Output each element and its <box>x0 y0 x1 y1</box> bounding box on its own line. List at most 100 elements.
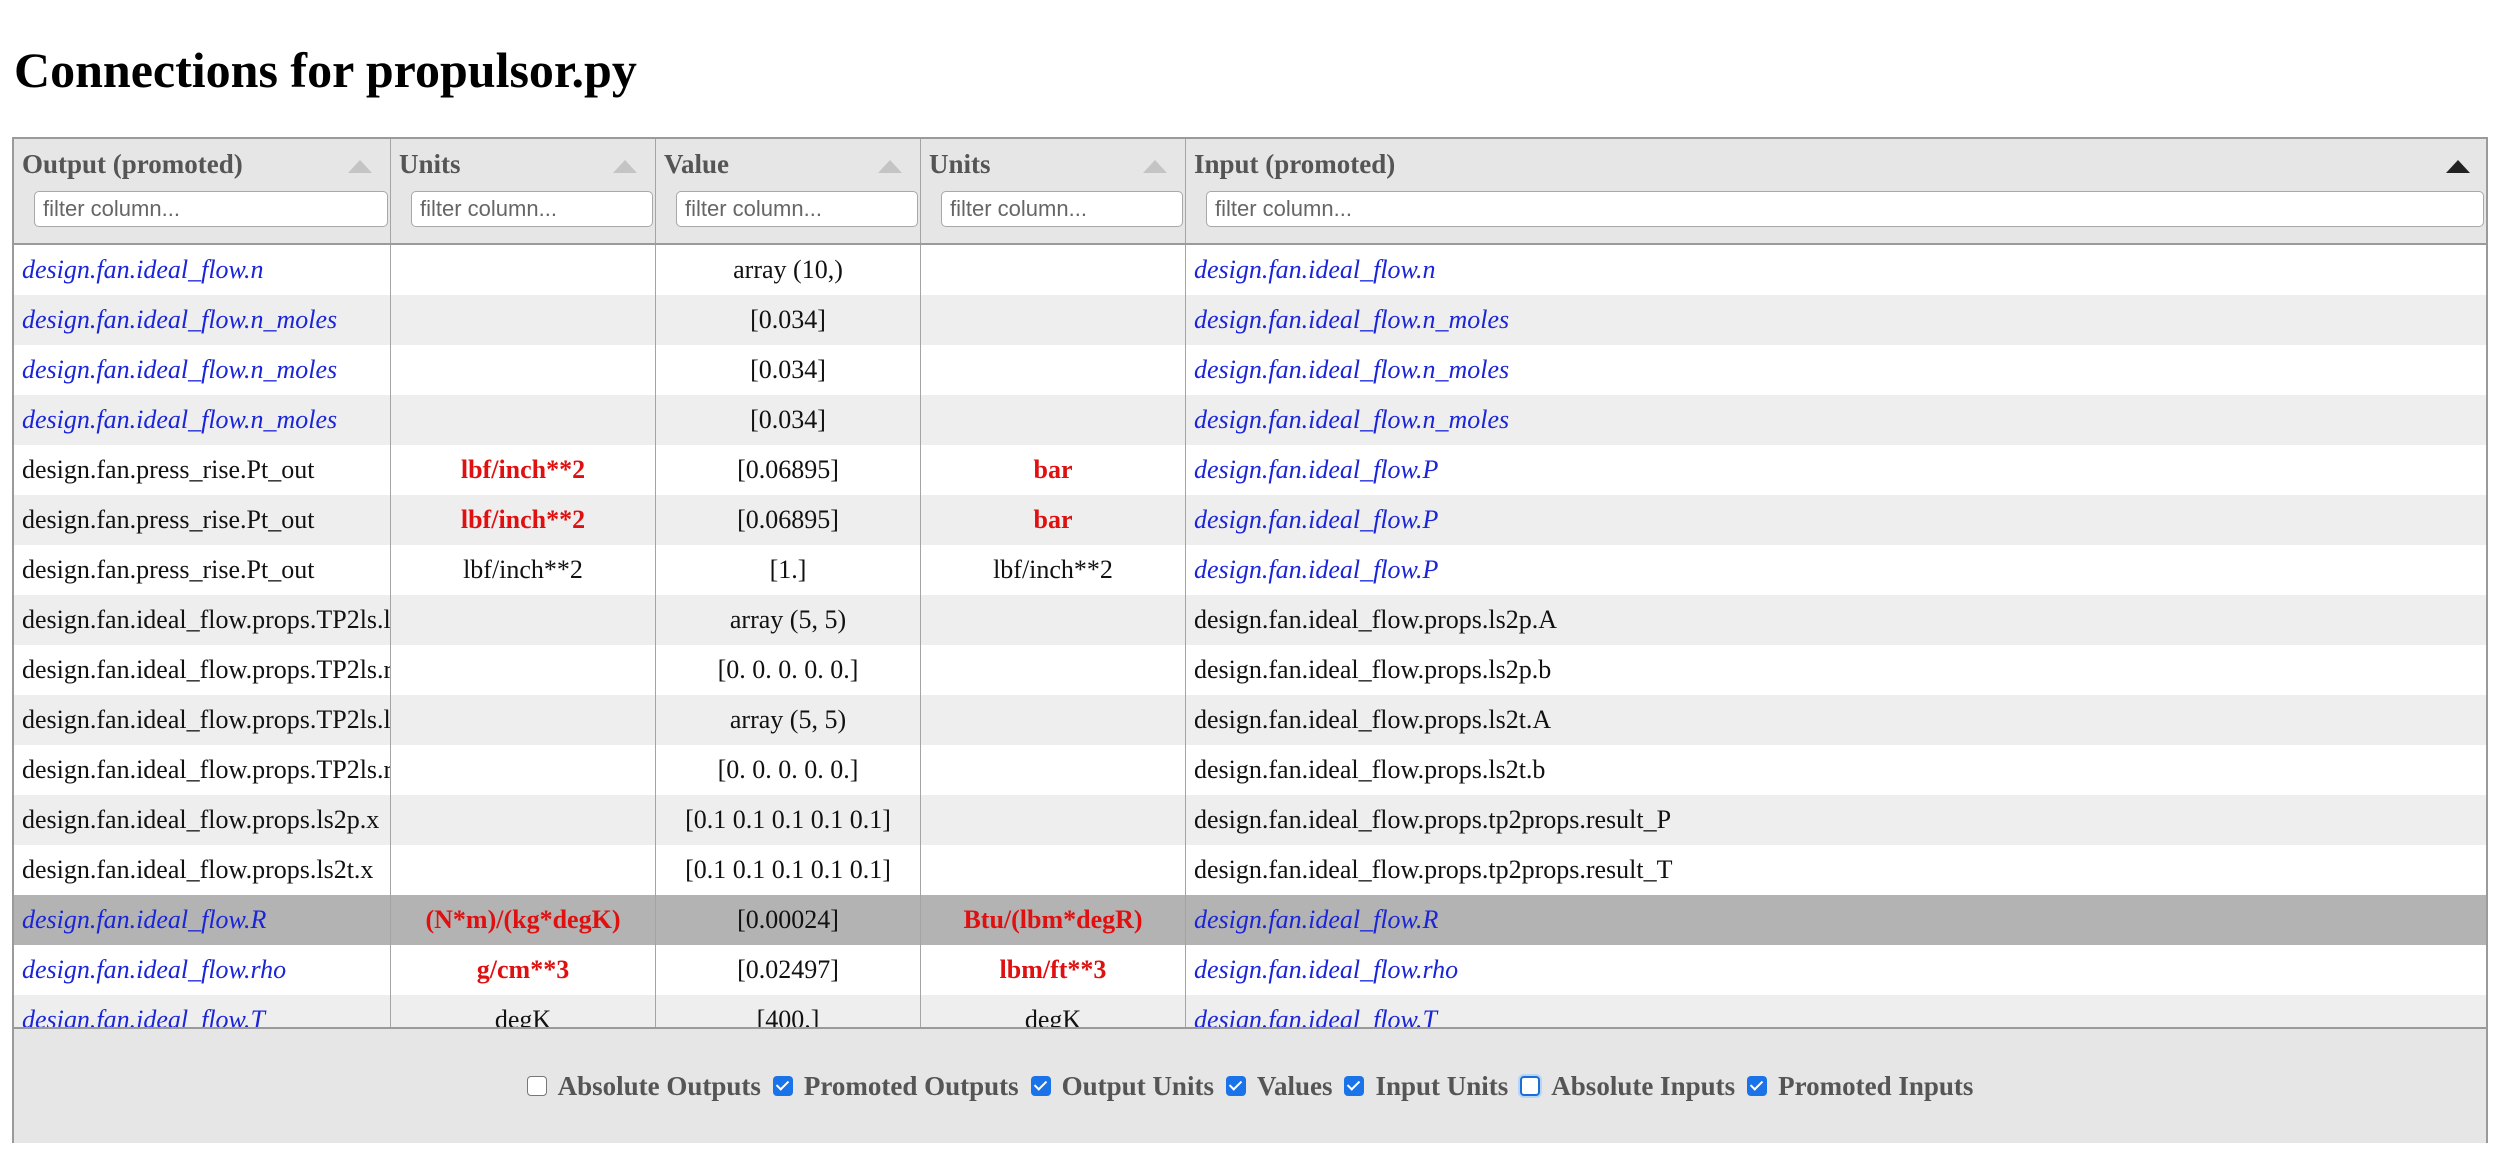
column-title[interactable]: Value <box>664 149 729 180</box>
input-name-cell[interactable]: design.fan.ideal_flow.n <box>1186 245 2486 295</box>
column-header-in[interactable]: Input (promoted) <box>1186 139 2486 243</box>
toggle-label[interactable]: Absolute Outputs <box>558 1071 761 1102</box>
column-title[interactable]: Units <box>399 149 461 180</box>
value-cell: [1.] <box>656 545 921 595</box>
checkbox-unchecked-icon[interactable] <box>1520 1076 1541 1096</box>
table-row[interactable]: design.fan.ideal_flow.n_moles [0.034] desi… <box>14 395 2486 445</box>
table-row[interactable]: design.fan.press_rise.Pt_out lbf/inch**2[… <box>14 495 2486 545</box>
table-row[interactable]: design.fan.ideal_flow.props.TP2ls.lhs_TP… <box>14 595 2486 645</box>
column-filter-input[interactable] <box>411 191 653 227</box>
input-units-cell <box>921 795 1186 845</box>
sort-arrow-icon[interactable] <box>613 160 637 173</box>
column-filter-input[interactable] <box>676 191 918 227</box>
checkbox-checked-icon[interactable] <box>1030 1076 1051 1096</box>
input-units-cell: Btu/(lbm*degR) <box>921 895 1186 945</box>
input-name-cell[interactable]: design.fan.ideal_flow.rho <box>1186 945 2486 995</box>
column-header-value[interactable]: Value <box>656 139 921 243</box>
input-name-cell: design.fan.ideal_flow.props.ls2p.b <box>1194 655 1552 684</box>
checkbox-checked-icon[interactable] <box>1225 1076 1246 1096</box>
input-units-cell: bar <box>921 445 1186 495</box>
column-header-out[interactable]: Output (promoted) <box>14 139 391 243</box>
toggle-promoted-outputs[interactable]: Promoted Outputs <box>772 1071 1019 1102</box>
input-name-cell[interactable]: design.fan.ideal_flow.n_moles <box>1186 295 2486 345</box>
value-cell: [0.1 0.1 0.1 0.1 0.1] <box>656 795 921 845</box>
table-row[interactable]: design.fan.ideal_flow.T degK [400.] degK des… <box>14 995 2486 1027</box>
toggle-absolute-outputs[interactable]: Absolute Outputs <box>526 1071 761 1102</box>
table-row[interactable]: design.fan.ideal_flow.props.ls2p.x [0.1 0… <box>14 795 2486 845</box>
input-units-cell <box>921 645 1186 695</box>
column-header-out-units[interactable]: Units <box>391 139 656 243</box>
input-name-cell: design.fan.ideal_flow.props.ls2p.A <box>1194 605 1557 634</box>
output-name-cell[interactable]: design.fan.ideal_flow.n <box>14 245 391 295</box>
checkbox-unchecked-icon[interactable] <box>526 1076 547 1096</box>
input-name-cell: design.fan.ideal_flow.props.tp2props.res… <box>1194 805 1672 834</box>
output-name-cell[interactable]: design.fan.ideal_flow.n_moles <box>14 295 391 345</box>
output-name-cell: design.fan.ideal_flow.props.TP2ls.lhs_TP <box>14 595 391 645</box>
checkbox-checked-icon[interactable] <box>772 1076 793 1096</box>
input-name-cell[interactable]: design.fan.ideal_flow.P <box>1186 545 2486 595</box>
sort-arrow-icon[interactable] <box>878 160 902 173</box>
output-name-cell[interactable]: design.fan.ideal_flow.T <box>14 995 391 1027</box>
toggle-absolute-inputs[interactable]: Absolute Inputs <box>1520 1071 1735 1102</box>
output-name-cell: design.fan.press_rise.Pt_out <box>14 445 391 495</box>
output-units-cell: lbf/inch**2 <box>391 445 656 495</box>
output-name-cell: design.fan.press_rise.Pt_out <box>14 495 391 545</box>
output-name-cell[interactable]: design.fan.ideal_flow.n_moles <box>14 345 391 395</box>
table-row[interactable]: design.fan.ideal_flow.props.TP2ls.lhs_TP… <box>14 695 2486 745</box>
output-name-cell[interactable]: design.fan.ideal_flow.n_moles <box>14 395 391 445</box>
toggle-label[interactable]: Promoted Inputs <box>1778 1071 1973 1102</box>
toggle-label[interactable]: Input Units <box>1375 1071 1508 1102</box>
output-name-cell: design.fan.ideal_flow.props.ls2t.x <box>14 845 391 895</box>
table-row[interactable]: design.fan.ideal_flow.n_moles [0.034] desi… <box>14 345 2486 395</box>
column-header-in-units[interactable]: Units <box>921 139 1186 243</box>
input-units-cell <box>921 595 1186 645</box>
table-row[interactable]: design.fan.ideal_flow.props.ls2t.x [0.1 0… <box>14 845 2486 895</box>
table-row[interactable]: design.fan.ideal_flow.R (N*m)/(kg*degK) [0… <box>14 895 2486 945</box>
output-name-cell: design.fan.ideal_flow.props.ls2p.x <box>14 795 391 845</box>
output-name-cell[interactable]: design.fan.ideal_flow.rho <box>14 945 391 995</box>
table-row[interactable]: design.fan.ideal_flow.n array (10,) design… <box>14 245 2486 295</box>
table-row[interactable]: design.fan.ideal_flow.n_moles [0.034] desi… <box>14 295 2486 345</box>
toggle-promoted-inputs[interactable]: Promoted Inputs <box>1747 1071 1973 1102</box>
input-units-cell: lbf/inch**2 <box>921 545 1186 595</box>
checkbox-checked-icon[interactable] <box>1344 1076 1365 1096</box>
table-body[interactable]: design.fan.ideal_flow.n array (10,) design… <box>14 245 2486 1027</box>
column-filter-input[interactable] <box>941 191 1183 227</box>
toggle-label[interactable]: Promoted Outputs <box>804 1071 1019 1102</box>
value-cell: [0.1 0.1 0.1 0.1 0.1] <box>656 845 921 895</box>
sort-arrow-icon[interactable] <box>2446 160 2470 173</box>
input-name-cell[interactable]: design.fan.ideal_flow.T <box>1186 995 2486 1027</box>
sort-arrow-icon[interactable] <box>348 160 372 173</box>
toggle-input-units[interactable]: Input Units <box>1344 1071 1508 1102</box>
output-units-cell <box>391 645 656 695</box>
input-name-cell[interactable]: design.fan.ideal_flow.n_moles <box>1186 345 2486 395</box>
table-row[interactable]: design.fan.ideal_flow.props.TP2ls.rhs_T [… <box>14 745 2486 795</box>
column-title[interactable]: Input (promoted) <box>1194 149 1395 180</box>
table-row[interactable]: design.fan.press_rise.Pt_out lbf/inch**2[… <box>14 545 2486 595</box>
input-name-cell[interactable]: design.fan.ideal_flow.P <box>1186 445 2486 495</box>
input-units-cell <box>921 345 1186 395</box>
input-name-cell[interactable]: design.fan.ideal_flow.R <box>1186 895 2486 945</box>
value-cell: [0. 0. 0. 0. 0.] <box>656 645 921 695</box>
column-filter-input[interactable] <box>1206 191 2484 227</box>
table-row[interactable]: design.fan.ideal_flow.props.TP2ls.rhs_P [… <box>14 645 2486 695</box>
output-name-cell[interactable]: design.fan.ideal_flow.R <box>14 895 391 945</box>
toggle-label[interactable]: Values <box>1257 1071 1333 1102</box>
output-units-cell <box>391 745 656 795</box>
sort-arrow-icon[interactable] <box>1143 160 1167 173</box>
table-row[interactable]: design.fan.press_rise.Pt_out lbf/inch**2[… <box>14 445 2486 495</box>
column-title[interactable]: Output (promoted) <box>22 149 243 180</box>
checkbox-checked-icon[interactable] <box>1747 1076 1768 1096</box>
toggle-output-units[interactable]: Output Units <box>1030 1071 1214 1102</box>
column-filter-input[interactable] <box>34 191 388 227</box>
input-name-cell[interactable]: design.fan.ideal_flow.n_moles <box>1186 395 2486 445</box>
toggle-label[interactable]: Output Units <box>1062 1071 1214 1102</box>
connections-table: Output (promoted) Units Value Units Input (p… <box>12 137 2488 1143</box>
table-row[interactable]: design.fan.ideal_flow.rho g/cm**3 [0.02497… <box>14 945 2486 995</box>
toggle-label[interactable]: Absolute Inputs <box>1551 1071 1735 1102</box>
input-units-cell <box>921 395 1186 445</box>
input-name-cell[interactable]: design.fan.ideal_flow.P <box>1186 495 2486 545</box>
column-title[interactable]: Units <box>929 149 991 180</box>
toggle-values[interactable]: Values <box>1225 1071 1333 1102</box>
table-header: Output (promoted) Units Value Units Input (p… <box>14 139 2486 245</box>
